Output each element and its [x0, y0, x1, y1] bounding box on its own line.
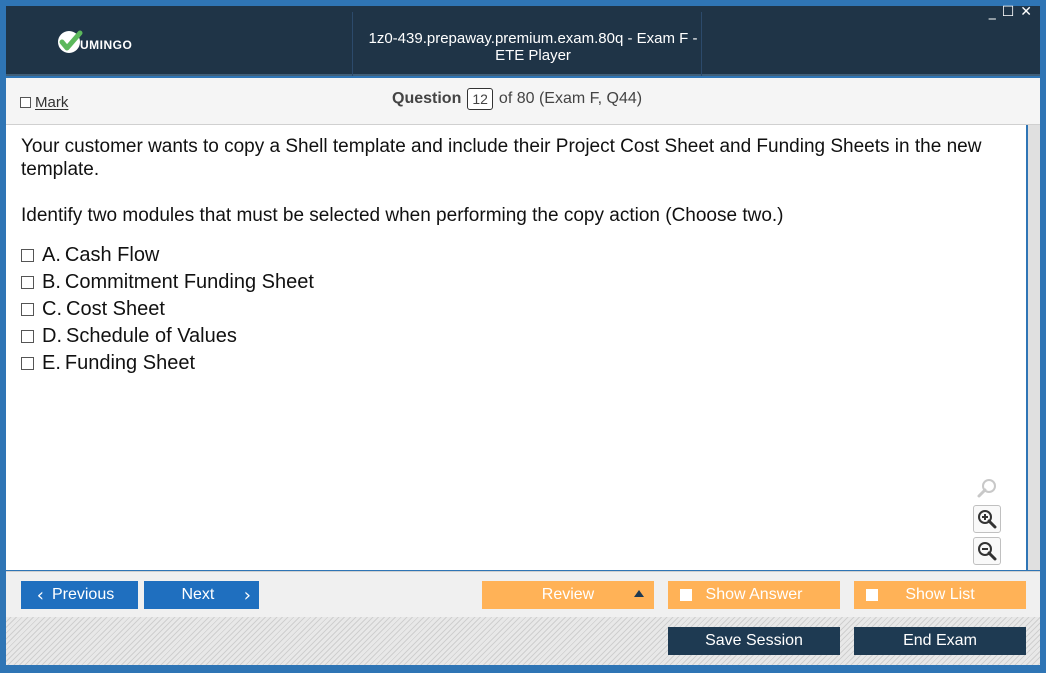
next-label: Next	[181, 586, 215, 603]
option-letter: B.	[42, 271, 61, 293]
bottom-action-area: Save Session End Exam	[6, 617, 1040, 665]
vertical-scrollbar[interactable]	[1028, 125, 1040, 570]
answer-option-a[interactable]: A. Cash Flow	[21, 242, 314, 269]
option-checkbox[interactable]	[21, 276, 34, 289]
app-logo: UMINGO	[56, 28, 132, 56]
end-exam-label: End Exam	[903, 632, 977, 649]
minimize-button[interactable]: _	[989, 4, 996, 20]
show-list-button[interactable]: Show List	[854, 581, 1026, 609]
title-separator-left	[352, 12, 353, 76]
question-total: of 80 (Exam F, Q44)	[498, 90, 643, 107]
option-checkbox[interactable]	[21, 330, 34, 343]
answer-option-b[interactable]: B. Commitment Funding Sheet	[21, 269, 314, 296]
maximize-button[interactable]: ☐	[1002, 4, 1015, 20]
close-button[interactable]: ✕	[1020, 4, 1032, 20]
option-text: Cash Flow	[64, 244, 160, 266]
window-title: 1z0-439.prepaway.premium.exam.80q - Exam…	[368, 30, 698, 64]
chevron-right-icon: ›	[243, 584, 251, 606]
chevron-left-icon: ‹	[36, 584, 44, 606]
show-list-checkbox[interactable]	[866, 589, 878, 601]
mark-label: Mark	[35, 94, 69, 111]
app-window: UMINGO 1z0-439.prepaway.premium.exam.80q…	[0, 0, 1046, 673]
question-number-input[interactable]: 12	[467, 88, 493, 110]
check-logo-icon	[56, 28, 84, 56]
zoom-in-icon[interactable]	[973, 505, 1001, 533]
question-bar: Mark Question 12 of 80 (Exam F, Q44)	[6, 78, 1040, 125]
mark-checkbox[interactable]: Mark	[20, 94, 68, 111]
answer-options: A. Cash Flow B. Commitment Funding Sheet…	[21, 242, 314, 377]
option-letter: A.	[42, 244, 61, 266]
option-checkbox[interactable]	[21, 249, 34, 262]
zoom-out-icon[interactable]	[973, 537, 1001, 565]
save-session-button[interactable]: Save Session	[668, 627, 840, 655]
review-label: Review	[541, 586, 595, 603]
title-separator-right	[701, 12, 702, 76]
end-exam-button[interactable]: End Exam	[854, 627, 1026, 655]
bottom-border	[6, 665, 1040, 669]
question-label: Question	[392, 90, 462, 107]
title-bar: UMINGO 1z0-439.prepaway.premium.exam.80q…	[6, 4, 1040, 76]
question-counter: Question 12 of 80 (Exam F, Q44)	[392, 88, 642, 110]
save-session-label: Save Session	[705, 632, 803, 649]
window-controls: _ ☐ ✕	[989, 4, 1032, 20]
previous-button[interactable]: ‹ Previous	[21, 581, 138, 609]
option-checkbox[interactable]	[21, 357, 34, 370]
previous-label: Previous	[51, 586, 115, 603]
zoom-controls	[973, 475, 1001, 565]
review-button[interactable]: Review	[482, 581, 654, 609]
option-letter: C.	[42, 298, 62, 320]
answer-option-c[interactable]: C. Cost Sheet	[21, 296, 314, 323]
show-answer-checkbox[interactable]	[680, 589, 692, 601]
logo-text: UMINGO	[80, 38, 133, 52]
question-content: Your customer wants to copy a Shell temp…	[6, 125, 1026, 570]
show-list-label: Show List	[905, 586, 975, 603]
option-text: Schedule of Values	[66, 325, 237, 347]
option-text: Funding Sheet	[64, 352, 196, 374]
search-icon[interactable]	[974, 475, 1000, 501]
question-text: Your customer wants to copy a Shell temp…	[21, 136, 982, 180]
mark-checkbox-box[interactable]	[20, 97, 31, 108]
option-checkbox[interactable]	[21, 303, 34, 316]
option-letter: E.	[42, 352, 61, 374]
answer-option-d[interactable]: D. Schedule of Values	[21, 323, 314, 350]
navigation-bar: ‹ Previous Next › Review Show Answer Sho…	[6, 571, 1040, 618]
answer-option-e[interactable]: E. Funding Sheet	[21, 350, 314, 377]
option-text: Commitment Funding Sheet	[64, 271, 314, 293]
option-letter: D.	[42, 325, 62, 347]
next-button[interactable]: Next ›	[144, 581, 259, 609]
question-instruction: Identify two modules that must be select…	[21, 205, 784, 226]
option-text: Cost Sheet	[66, 298, 165, 320]
show-answer-label: Show Answer	[705, 586, 803, 603]
show-answer-button[interactable]: Show Answer	[668, 581, 840, 609]
triangle-up-icon[interactable]	[634, 590, 644, 597]
